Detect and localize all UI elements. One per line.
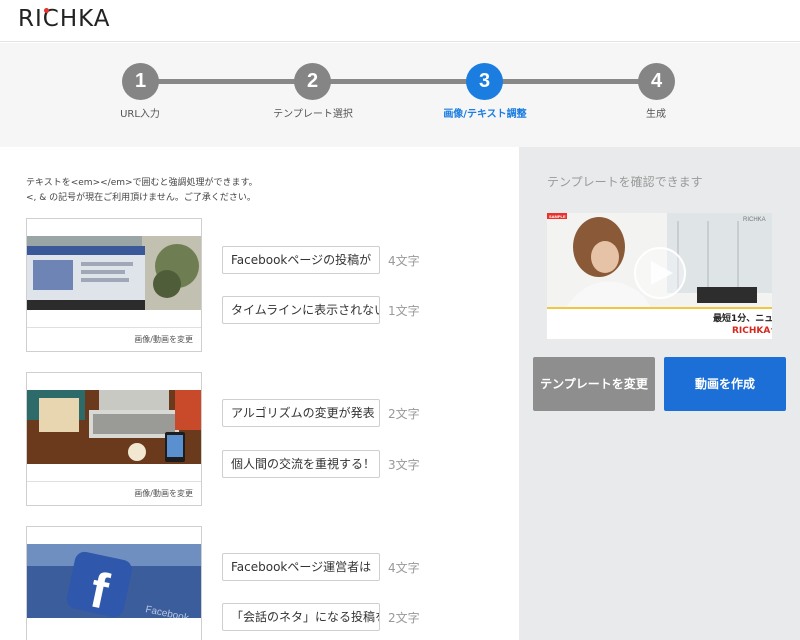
scene-3-text-2-input[interactable]: 「会話のネタ」になる投稿を [222, 603, 380, 631]
scene-2-text-1-count: 2文字 [388, 407, 420, 421]
change-media-link[interactable]: 画像/動画を変更 [27, 327, 201, 351]
scene-1-thumbnail [27, 236, 201, 310]
emphasis-notice: テキストを<em></em>で囲むと強調処理ができます。 <, & の記号が現在… [26, 176, 258, 206]
step-4-label: 生成 [646, 109, 666, 120]
change-template-button[interactable]: テンプレートを変更 [533, 357, 655, 411]
scene-2-text-2-input[interactable]: 個人間の交流を重視する！ [222, 450, 380, 478]
scene-1-card: 画像/動画を変更 [26, 218, 202, 352]
app-header: RICHKA [0, 0, 800, 42]
notice-line-2: <, & の記号が現在ご利用頂けません。ご了承ください。 [26, 193, 256, 203]
step-connector [313, 79, 485, 84]
scene-3-text-1-input[interactable]: Facebookページ運営者は [222, 553, 380, 581]
change-media-link[interactable]: 画像/動画を変更 [27, 481, 201, 505]
preview-brand: RICHKA [743, 217, 766, 223]
step-1-label: URL入力 [120, 109, 160, 120]
scene-3-text-2-count: 2文字 [388, 611, 420, 625]
step-1-circle: 1 [122, 63, 159, 100]
template-preview-video[interactable]: SAMPLE RICHKA 最短1分、ニュー RICHKAテ [547, 213, 772, 339]
richka-logo[interactable]: RICHKA [18, 6, 111, 32]
step-2-label: テンプレート選択 [273, 109, 353, 120]
scene-1-text-1-count: 4文字 [388, 254, 420, 268]
notice-line-1: テキストを<em></em>で囲むと強調処理ができます。 [26, 178, 258, 188]
scene-3-thumbnail: f Facebook [27, 544, 201, 618]
preview-panel: テンプレートを確認できます SAMPLE RICHKA 最短1分、ニュー RIC… [519, 147, 800, 640]
step-2-circle: 2 [294, 63, 331, 100]
scene-3-card: f Facebook [26, 526, 202, 640]
step-connector [140, 79, 313, 84]
preview-caption-line2: RICHKAテ [732, 325, 772, 336]
scene-1-text-2-count: 1文字 [388, 304, 420, 318]
create-video-button[interactable]: 動画を作成 [664, 357, 786, 411]
step-3-label: 画像/テキスト調整 [443, 109, 527, 120]
step-4-circle: 4 [638, 63, 675, 100]
scene-1-text-2-input[interactable]: タイムラインに表示されない [222, 296, 380, 324]
preview-badge: SAMPLE [549, 214, 566, 219]
scene-1-text-1-input[interactable]: Facebookページの投稿が [222, 246, 380, 274]
scene-3-text-1-count: 4文字 [388, 561, 420, 575]
step-connector [485, 79, 657, 84]
scene-2-card: 画像/動画を変更 [26, 372, 202, 506]
scene-2-thumbnail [27, 390, 201, 464]
progress-stepper: 1 URL入力 2 テンプレート選択 3 画像/テキスト調整 4 生成 [0, 43, 800, 147]
step-3-circle: 3 [466, 63, 503, 100]
preview-label: テンプレートを確認できます [547, 175, 703, 189]
scene-2-text-1-input[interactable]: アルゴリズムの変更が発表 [222, 399, 380, 427]
scene-2-text-2-count: 3文字 [388, 458, 420, 472]
logo-dot [44, 8, 49, 13]
preview-caption-line1: 最短1分、ニュー [713, 312, 772, 324]
